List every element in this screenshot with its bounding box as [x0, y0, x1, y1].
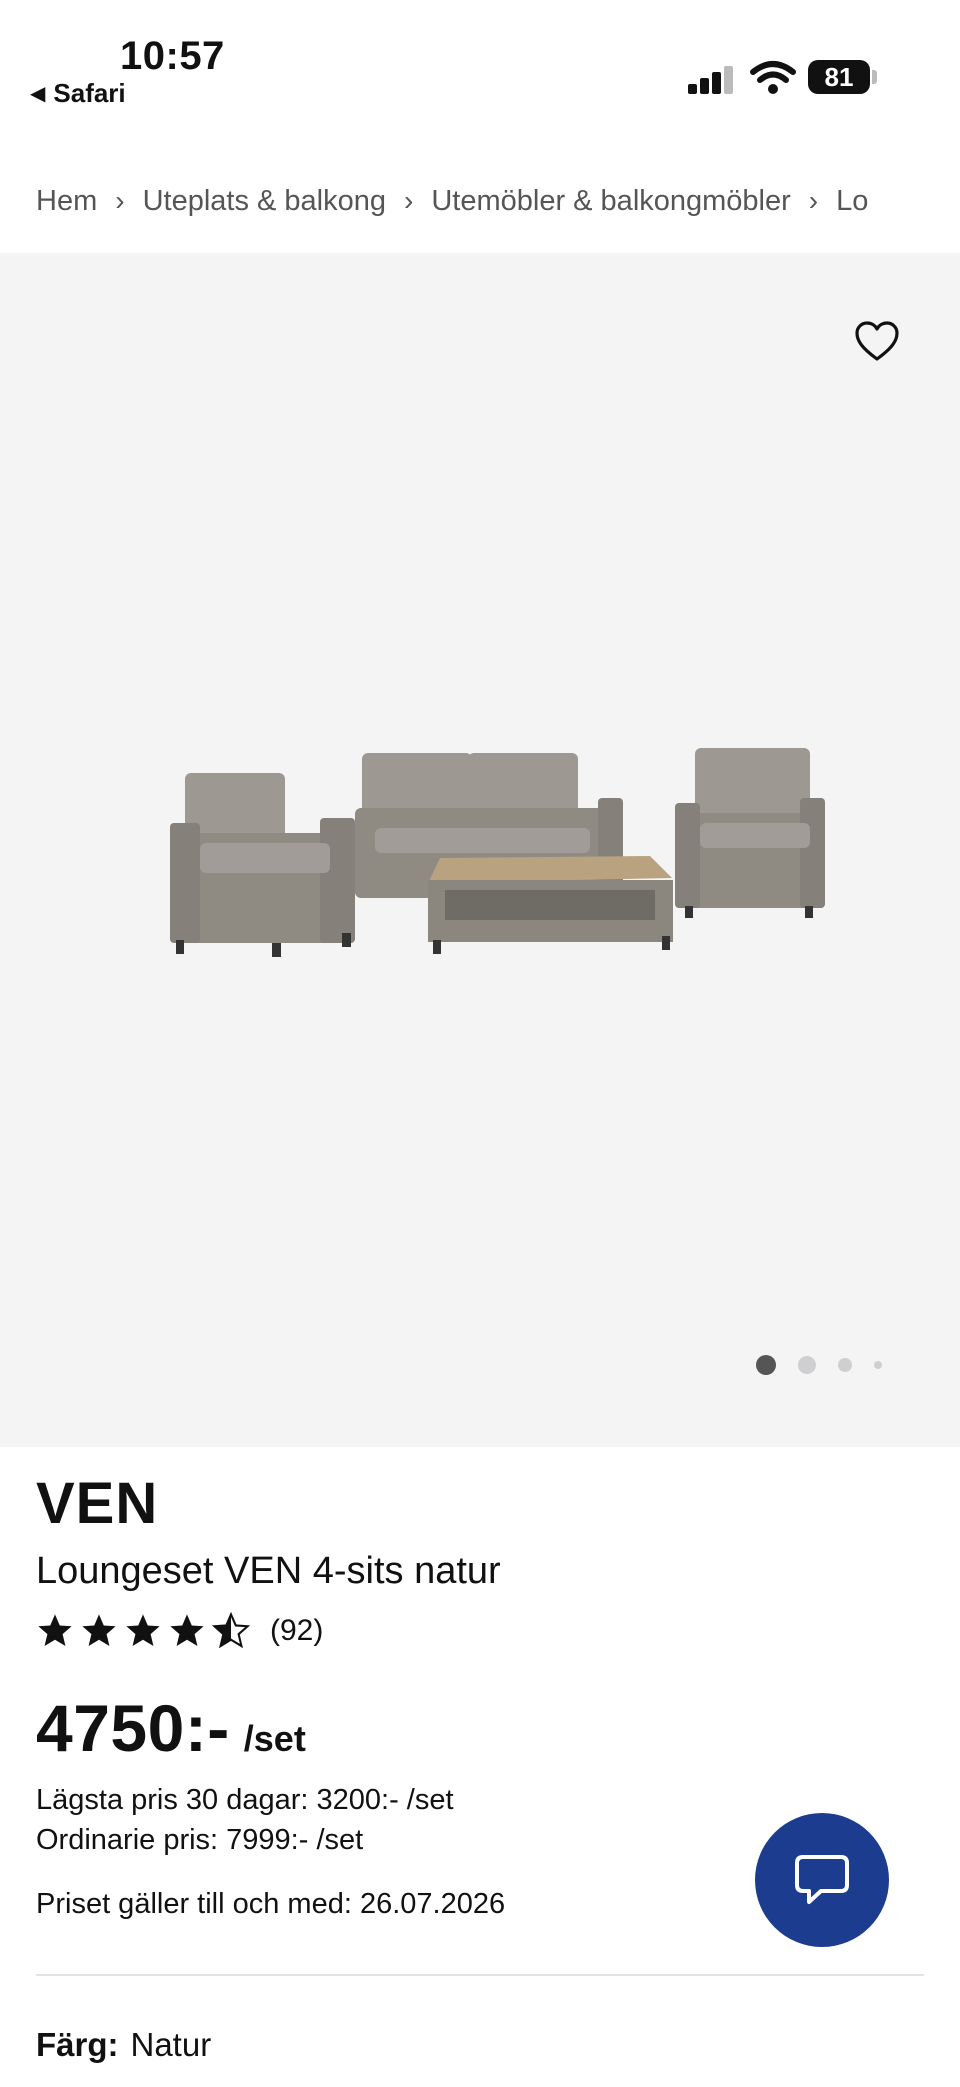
back-label: Safari: [53, 78, 126, 108]
divider: [36, 1974, 924, 1976]
star-icon: [38, 1614, 72, 1647]
gallery-dot[interactable]: [838, 1358, 852, 1372]
product-brand: VEN: [36, 1471, 159, 1536]
price-amount: 4750:-: [36, 1691, 230, 1765]
chevron-right-icon: ›: [404, 185, 414, 216]
chevron-right-icon: ›: [808, 185, 819, 216]
gallery-dot[interactable]: [798, 1356, 816, 1374]
battery-tip: [872, 70, 877, 84]
product-price: 4750:- /set: [36, 1690, 306, 1766]
breadcrumb-item-lo[interactable]: Lo: [836, 185, 868, 218]
breadcrumb-item-utemobler[interactable]: Utemöbler & balkongmöbler: [431, 185, 790, 218]
signal-icon: [688, 64, 736, 94]
product-name: Loungeset VEN 4-sits natur: [36, 1550, 501, 1592]
chat-icon: [795, 1855, 849, 1904]
gallery-dot-active[interactable]: [756, 1355, 776, 1375]
chevron-right-icon: ›: [115, 185, 125, 216]
rating-count[interactable]: (92): [270, 1614, 323, 1648]
star-icon: [82, 1614, 116, 1647]
back-arrow-icon: ◀: [30, 83, 46, 105]
status-time: 10:57: [120, 34, 225, 78]
back-to-safari-button[interactable]: ◀ Safari: [30, 78, 126, 109]
color-value: Natur: [130, 2026, 212, 2063]
star-half-icon: [212, 1612, 250, 1649]
gallery-pagination: [756, 1355, 882, 1375]
battery-icon: 81: [808, 60, 870, 94]
lowest-price-text: Lägsta pris 30 dagar: 3200:- /set: [36, 1784, 454, 1816]
price-unit: /set: [243, 1718, 306, 1759]
battery-level: 81: [824, 61, 854, 92]
breadcrumb-item-hem[interactable]: Hem: [36, 185, 97, 218]
wifi-icon: [750, 61, 796, 94]
star-icon: [170, 1614, 204, 1647]
chat-button[interactable]: [755, 1813, 889, 1947]
heart-icon[interactable]: [854, 321, 900, 363]
color-label: Färg:: [36, 2026, 119, 2063]
product-image[interactable]: [150, 718, 830, 963]
gallery-dot[interactable]: [874, 1361, 882, 1369]
star-icon: [126, 1614, 160, 1647]
price-valid-until: Priset gäller till och med: 26.07.2026: [36, 1888, 506, 1920]
color-selector[interactable]: Färg: Natur: [36, 2026, 211, 2064]
status-bar: 10:57 ◀ Safari 81: [0, 0, 960, 140]
breadcrumb-item-uteplats[interactable]: Uteplats & balkong: [143, 185, 386, 218]
product-rating[interactable]: (92): [36, 1612, 323, 1650]
product-gallery[interactable]: [0, 253, 960, 1447]
breadcrumb: Hem › Uteplats & balkong › Utemöbler & b…: [36, 178, 960, 224]
regular-price-text: Ordinarie pris: 7999:- /set: [36, 1824, 364, 1856]
